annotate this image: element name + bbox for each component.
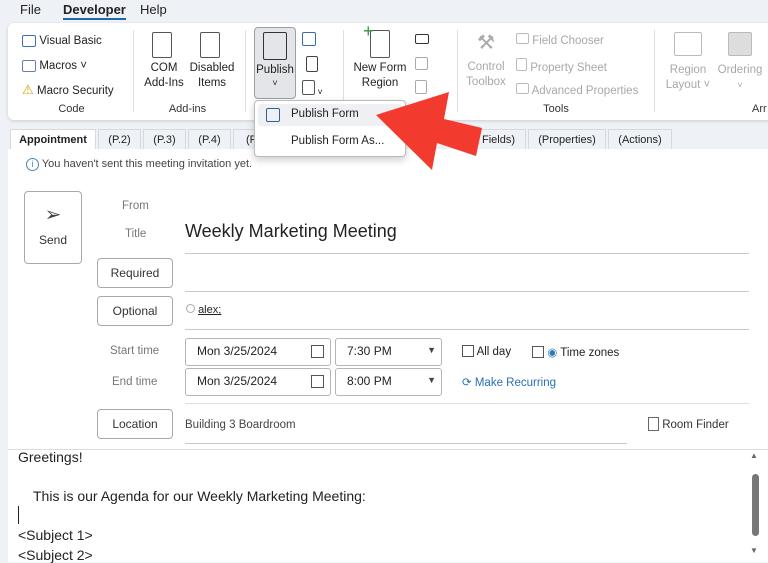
- arrow-shape: [376, 92, 482, 170]
- red-arrow-annotation: [376, 92, 482, 170]
